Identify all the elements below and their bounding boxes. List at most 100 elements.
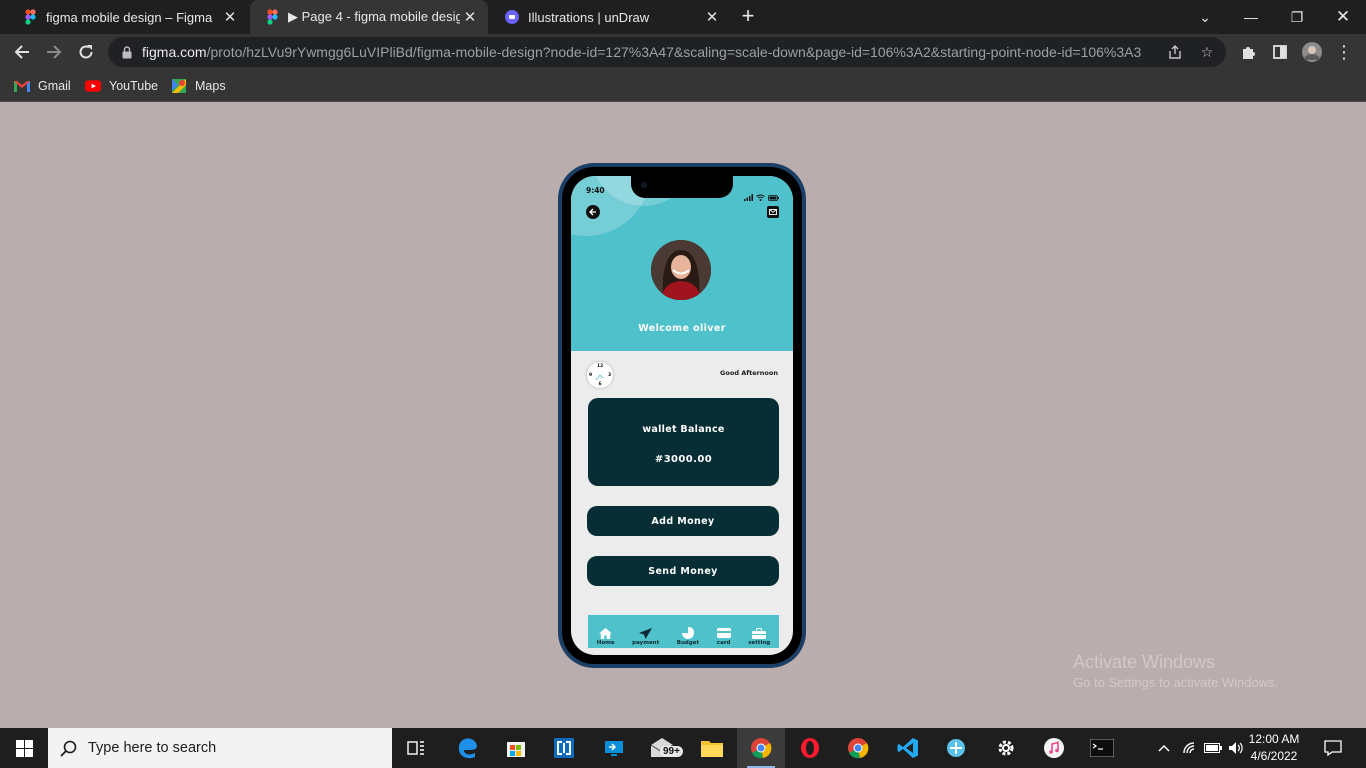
start-button[interactable] (0, 728, 48, 768)
edge-icon[interactable] (444, 728, 492, 768)
share-icon[interactable] (1166, 43, 1184, 61)
bookmarks-bar: Gmail YouTube Maps (0, 70, 1366, 102)
file-explorer-icon[interactable] (688, 728, 736, 768)
nav-budget[interactable]: Budget (677, 627, 699, 646)
bookmark-star-icon[interactable]: ☆ (1198, 43, 1216, 61)
phone-screen: Welcome oliver 9:40 12 3 6 9 Good Aftern… (571, 176, 793, 655)
send-icon (639, 627, 653, 639)
maps-icon (171, 78, 187, 94)
search-icon (48, 740, 88, 757)
phone-bezel: Welcome oliver 9:40 12 3 6 9 Good Aftern… (562, 167, 802, 664)
reload-icon[interactable] (72, 38, 100, 66)
send-money-button[interactable]: Send Money (587, 556, 779, 586)
mail-icon[interactable] (767, 206, 779, 218)
app-icon[interactable] (932, 728, 980, 768)
chrome-icon[interactable] (834, 728, 882, 768)
url-path: /proto/hzLVu9rYwmgg6LuVIPliBd/figma-mobi… (206, 44, 1142, 60)
remote-desktop-icon[interactable] (590, 728, 638, 768)
vscode-icon[interactable] (884, 728, 932, 768)
store-icon[interactable] (492, 728, 540, 768)
tab-title: Illustrations | unDraw (528, 9, 650, 25)
url-host: figma.com (142, 44, 207, 60)
nav-label: Budget (676, 640, 700, 646)
battery-icon (768, 186, 779, 205)
wallet-value: #3000.00 (654, 454, 713, 465)
activate-windows-watermark: Activate Windows Go to Settings to activ… (1073, 652, 1278, 690)
close-tab-icon[interactable]: ✕ (460, 7, 480, 27)
itunes-icon[interactable] (1030, 728, 1078, 768)
bookmark-label: Gmail (38, 79, 71, 93)
tab-undraw[interactable]: Illustrations | unDraw ✕ (490, 0, 730, 34)
close-window-button[interactable]: ✕ (1320, 0, 1366, 34)
wallet-label: wallet Balance (642, 424, 725, 435)
phone-notch (631, 176, 733, 198)
watermark-subtitle: Go to Settings to activate Windows. (1073, 675, 1279, 690)
camera-dot (641, 182, 647, 188)
nav-home[interactable]: Home (597, 627, 615, 646)
task-view-icon[interactable] (392, 728, 440, 768)
home-icon (599, 627, 613, 639)
taskbar-date: 4/6/2022 (1250, 749, 1298, 763)
nav-label: card (716, 640, 731, 646)
bookmark-label: Maps (195, 79, 226, 93)
back-arrow-icon[interactable] (8, 38, 36, 66)
tab-figma-prototype[interactable]: ▶ Page 4 - figma mobile design ✕ (250, 0, 488, 34)
bottom-navigation: Home payment Budget card setting (588, 615, 779, 648)
welcome-text: Welcome oliver (638, 323, 726, 334)
add-money-button[interactable]: Add Money (587, 506, 779, 536)
close-tab-icon[interactable]: ✕ (702, 7, 722, 27)
back-arrow-icon[interactable] (586, 205, 600, 219)
undraw-icon (504, 9, 520, 25)
nav-card[interactable]: card (716, 627, 731, 646)
taskbar-search[interactable]: Type here to search (48, 728, 392, 768)
address-bar[interactable]: figma.com/proto/hzLVu9rYwmgg6LuVIPliBd/f… (108, 37, 1226, 67)
network-icon[interactable] (1180, 728, 1200, 768)
wallet-balance-card: wallet Balance #3000.00 (588, 398, 779, 486)
taskbar-time: 12:00 AM (1248, 732, 1300, 746)
show-hidden-icons[interactable] (1154, 728, 1174, 768)
nav-payment[interactable]: payment (632, 627, 659, 646)
battery-tray-icon[interactable] (1203, 728, 1223, 768)
tab-figma-file[interactable]: figma mobile design – Figma ✕ (8, 0, 248, 34)
search-placeholder: Type here to search (88, 740, 217, 756)
notifications-icon[interactable] (1320, 728, 1346, 768)
figma-icon (264, 9, 280, 25)
bookmark-maps[interactable]: Maps (171, 76, 226, 96)
menu-icon[interactable]: ⋮ (1330, 38, 1358, 66)
greeting-text: Good Afternoon (720, 369, 778, 377)
terminal-icon[interactable] (1078, 728, 1126, 768)
card-icon (716, 627, 731, 639)
lock-icon (112, 45, 142, 59)
chrome-taskbar-icon[interactable] (737, 728, 785, 768)
extensions-icon[interactable] (1234, 38, 1262, 66)
status-time: 9:40 (586, 186, 605, 195)
restore-button[interactable]: ❐ (1274, 0, 1320, 34)
volume-icon[interactable] (1226, 728, 1246, 768)
taskbar-clock[interactable]: 12:00 AM 4/6/2022 (1244, 731, 1304, 765)
nav-setting[interactable]: setting (748, 627, 770, 646)
mail-app-icon[interactable]: 99+ (638, 728, 686, 768)
remote-app-icon[interactable] (540, 728, 588, 768)
clock-icon: 12 3 6 9 (587, 362, 613, 388)
bookmark-label: YouTube (109, 79, 159, 93)
opera-icon[interactable] (786, 728, 834, 768)
browser-tab-strip: figma mobile design – Figma ✕ ▶ Page 4 -… (0, 0, 1366, 34)
profile-avatar[interactable] (1298, 38, 1326, 66)
phone-frame: Welcome oliver 9:40 12 3 6 9 Good Aftern… (558, 163, 806, 668)
minimize-button[interactable]: — (1228, 0, 1274, 34)
signal-icon (744, 186, 753, 205)
watermark-title: Activate Windows (1073, 652, 1216, 672)
new-tab-button[interactable]: + (736, 5, 760, 29)
bookmark-youtube[interactable]: YouTube (85, 76, 158, 96)
settings-gear-icon[interactable] (982, 728, 1030, 768)
pie-chart-icon (681, 627, 695, 639)
url-text: figma.com/proto/hzLVu9rYwmgg6LuVIPliBd/f… (142, 44, 1152, 60)
tab-search-chevron-icon[interactable]: ⌄ (1182, 0, 1228, 34)
side-panel-icon[interactable] (1266, 38, 1294, 66)
forward-arrow-icon[interactable] (40, 38, 68, 66)
briefcase-icon (752, 627, 767, 639)
user-avatar (651, 240, 711, 300)
notification-badge: 99+ (660, 746, 683, 757)
bookmark-gmail[interactable]: Gmail (14, 76, 71, 96)
close-tab-icon[interactable]: ✕ (220, 7, 240, 27)
